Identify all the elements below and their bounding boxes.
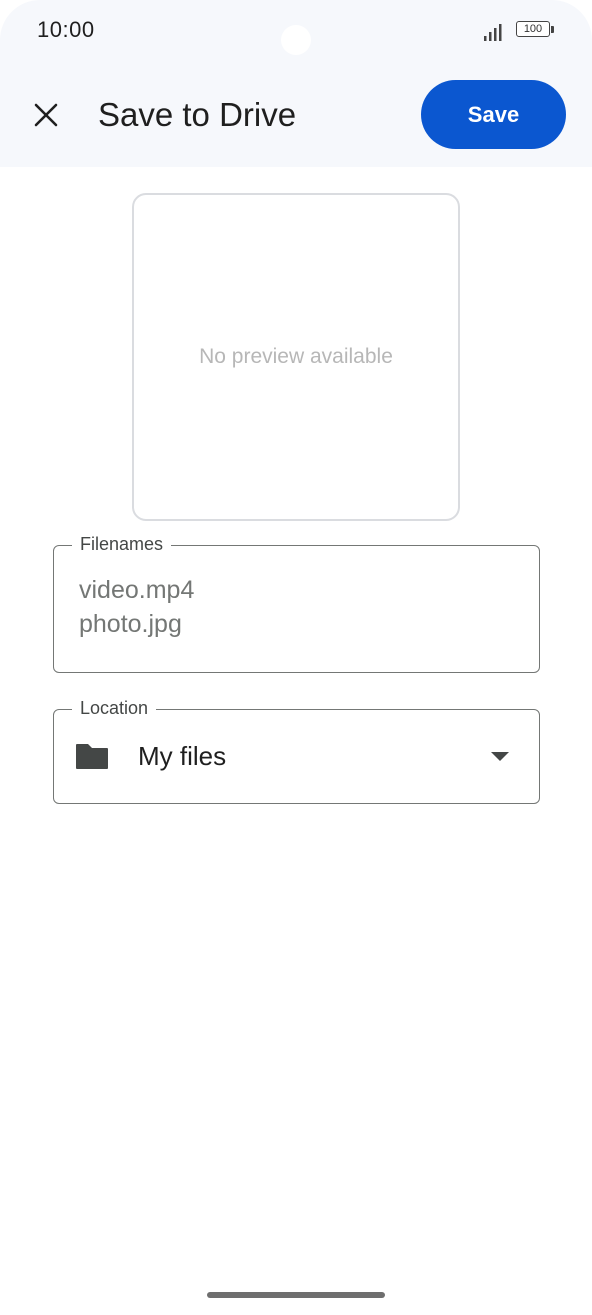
location-value: My files — [138, 741, 227, 771]
filename-item: video.mp4 — [79, 576, 195, 604]
status-time: 10:00 — [37, 17, 95, 42]
filename-item: photo.jpg — [79, 610, 182, 638]
filenames-label: Filenames — [72, 534, 172, 554]
folder-icon — [76, 744, 108, 769]
arrow-drop-down-icon — [491, 752, 509, 761]
page-title: Save to Drive — [98, 96, 297, 133]
battery-icon: 100 — [516, 21, 554, 39]
location-label: Location — [72, 698, 157, 718]
filenames-field[interactable]: Filenames video.mp4 photo.jpg — [53, 534, 540, 673]
location-dropdown[interactable]: Location My files — [53, 698, 540, 804]
signal-icon — [484, 24, 502, 41]
close-icon — [34, 103, 58, 127]
close-button[interactable] — [24, 93, 68, 137]
file-preview: No preview available — [132, 193, 460, 521]
save-to-drive-screen: 10:00 100 Save to Drive Save No preview … — [0, 0, 592, 1315]
camera-cutout — [281, 25, 311, 55]
battery-level: 100 — [523, 23, 543, 35]
top-app-bar: 10:00 100 Save to Drive Save — [0, 0, 592, 167]
preview-message: No preview available — [199, 345, 393, 368]
home-indicator[interactable] — [207, 1292, 385, 1298]
save-button[interactable]: Save — [421, 80, 566, 149]
